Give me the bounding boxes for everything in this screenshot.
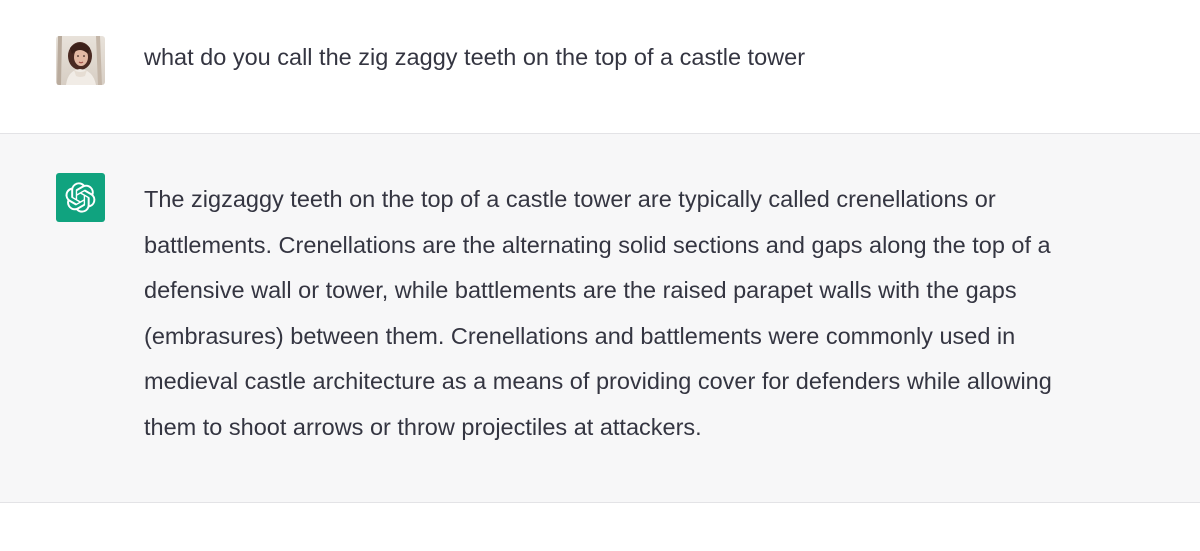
- assistant-message-text: The zigzaggy teeth on the top of a castl…: [144, 177, 1154, 451]
- assistant-text-line: them to shoot arrows or throw projectile…: [144, 413, 702, 440]
- assistant-message: The zigzaggy teeth on the top of a castl…: [0, 134, 1200, 503]
- user-photo-avatar-icon: [56, 36, 105, 85]
- assistant-text-line: The zigzaggy teeth on the top of a castl…: [144, 186, 996, 212]
- assistant-text-line: medieval castle architecture as a means …: [144, 368, 1052, 395]
- assistant-avatar: [56, 173, 105, 222]
- assistant-text-line: (embrasures) between them. Crenellations…: [144, 322, 1016, 349]
- conversation-thread: what do you call the zig zaggy teeth on …: [0, 0, 1200, 551]
- assistant-text-line: defensive wall or tower, while battlemen…: [144, 277, 1017, 304]
- openai-logo-icon: [65, 182, 96, 213]
- user-avatar: [56, 36, 105, 85]
- user-message-text: what do you call the zig zaggy teeth on …: [144, 44, 806, 70]
- user-message: what do you call the zig zaggy teeth on …: [0, 0, 1200, 134]
- assistant-text-line: battlements. Crenellations are the alter…: [144, 231, 1051, 258]
